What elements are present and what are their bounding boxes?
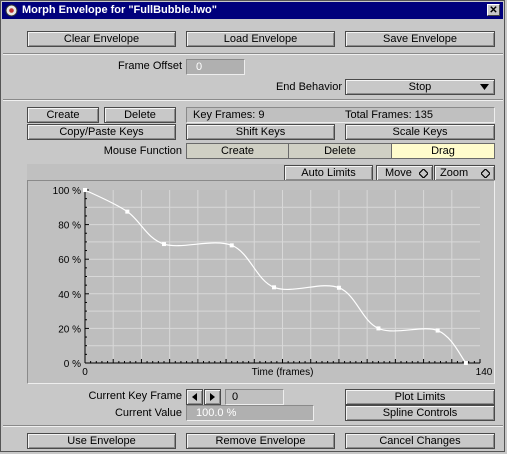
y-tick-label: 80 %: [58, 221, 81, 232]
zoom-label: Zoom: [440, 167, 469, 179]
envelope-chart[interactable]: 100 % 80 % 60 % 40 % 20 % 0 %0 140 Time (frames…: [28, 181, 494, 383]
next-key-button[interactable]: [204, 389, 221, 405]
end-behavior-value: Stop: [408, 81, 432, 93]
plot-limits-button[interactable]: Plot Limits: [345, 389, 495, 405]
mouse-function-drag[interactable]: Drag: [392, 143, 495, 159]
remove-envelope-button[interactable]: Remove Envelope: [186, 433, 335, 449]
key-frame-point[interactable]: [376, 326, 381, 331]
key-frame-point[interactable]: [435, 328, 440, 333]
move-button[interactable]: Move: [376, 165, 433, 181]
mouse-function-create[interactable]: Create: [186, 143, 289, 159]
key-frame-point[interactable]: [125, 209, 130, 214]
previous-key-button[interactable]: [186, 389, 203, 405]
key-info-box: Key Frames: 9 Total Frames: 135: [186, 107, 495, 123]
create-key-button[interactable]: Create: [27, 107, 99, 123]
key-frame-point[interactable]: [162, 242, 166, 247]
mouse-function-label: Mouse Function: [103, 145, 182, 157]
auto-limits-button[interactable]: Auto Limits: [284, 165, 373, 181]
y-tick-label: 20 %: [58, 324, 81, 335]
load-envelope-button[interactable]: Load Envelope: [186, 31, 335, 47]
frame-offset-label: Frame Offset: [118, 60, 182, 72]
key-frame-point[interactable]: [229, 243, 234, 248]
close-icon: ✕: [489, 5, 498, 16]
zoom-button[interactable]: Zoom: [434, 165, 495, 181]
envelope-graph-panel[interactable]: 100 % 80 % 60 % 40 % 20 % 0 % 0 140 Time (frames…: [27, 180, 495, 384]
current-value-label: Current Value: [114, 407, 182, 419]
separator: [3, 425, 503, 427]
key-frame-point[interactable]: [463, 361, 468, 365]
app-icon: [5, 4, 18, 17]
use-envelope-button[interactable]: Use Envelope: [27, 433, 176, 449]
key-frame-point[interactable]: [336, 285, 341, 290]
diamond-icon: [419, 169, 428, 178]
frame-offset-field[interactable]: 0: [186, 59, 245, 75]
triangle-right-icon: [210, 393, 215, 401]
separator: [3, 53, 503, 55]
current-key-frame-label: Current Key Frame: [88, 390, 182, 402]
x-axis-label: Time (frames): [252, 367, 314, 378]
scale-keys-button[interactable]: Scale Keys: [345, 124, 495, 140]
y-tick-label: 0 %: [64, 359, 81, 370]
shift-keys-button[interactable]: Shift Keys: [186, 124, 335, 140]
x-tick-label: 140: [476, 367, 493, 378]
current-value-field[interactable]: 100.0 %: [186, 405, 314, 421]
diamond-icon: [481, 169, 490, 178]
delete-key-button[interactable]: Delete: [104, 107, 176, 123]
cancel-changes-button[interactable]: Cancel Changes: [345, 433, 495, 449]
chevron-down-icon: [480, 84, 489, 90]
key-frame-point[interactable]: [83, 188, 87, 192]
separator: [3, 99, 503, 101]
title-bar[interactable]: Morph Envelope for "FullBubble.lwo" ✕: [2, 2, 503, 19]
triangle-left-icon: [192, 393, 197, 401]
move-label: Move: [385, 167, 412, 179]
copy-paste-keys-button[interactable]: Copy/Paste Keys: [27, 124, 176, 140]
end-behavior-select[interactable]: Stop: [345, 79, 495, 95]
key-frames-count: Key Frames: 9: [193, 109, 265, 121]
morph-envelope-window: Morph Envelope for "FullBubble.lwo" ✕ Cl…: [0, 0, 505, 452]
close-button[interactable]: ✕: [487, 4, 500, 16]
y-tick-label: 60 %: [58, 255, 81, 266]
y-tick-label: 100 %: [53, 186, 81, 197]
save-envelope-button[interactable]: Save Envelope: [345, 31, 495, 47]
mouse-function-delete[interactable]: Delete: [289, 143, 392, 159]
end-behavior-label: End Behavior: [275, 81, 342, 93]
total-frames-count: Total Frames: 135: [345, 109, 434, 121]
key-frame-point[interactable]: [272, 285, 277, 290]
spline-controls-button[interactable]: Spline Controls: [345, 405, 495, 421]
window-title: Morph Envelope for "FullBubble.lwo": [22, 4, 217, 16]
current-key-frame-field[interactable]: 0: [225, 389, 284, 405]
x-tick-label: 0: [82, 367, 88, 378]
clear-envelope-button[interactable]: Clear Envelope: [27, 31, 176, 47]
y-tick-label: 40 %: [58, 290, 81, 301]
